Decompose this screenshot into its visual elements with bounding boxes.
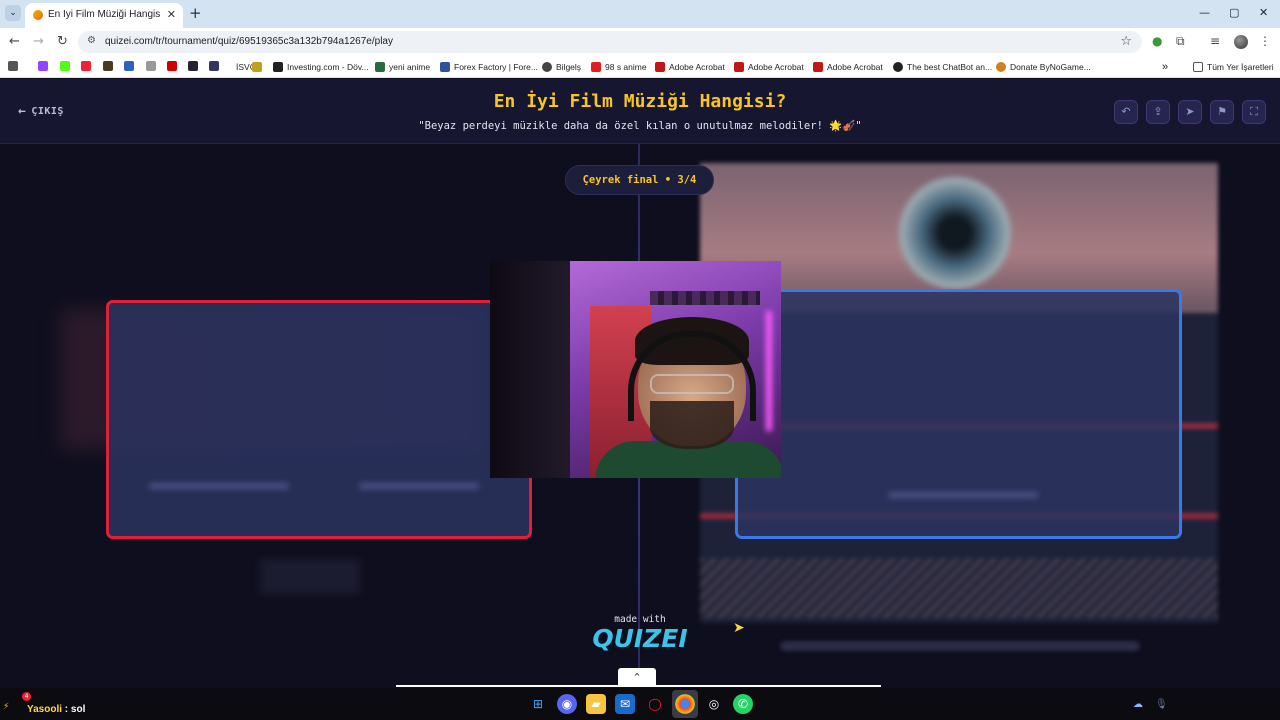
tab-title: En İyi Film Müziği Hangisi? - Ti bbox=[48, 9, 160, 20]
bookmark-item[interactable] bbox=[252, 60, 266, 74]
share-icon[interactable]: ⇪ bbox=[1146, 100, 1170, 124]
browser-toolbar: ← → ↻ ⚙ quizei.com/tr/tournament/quiz/69… bbox=[0, 28, 1280, 56]
bottom-bar bbox=[396, 685, 881, 687]
bookmark-icon[interactable] bbox=[188, 61, 198, 71]
microphone-icon[interactable]: 🎙 bbox=[1155, 699, 1168, 710]
browser-tab-active[interactable]: En İyi Film Müziği Hangisi? - Ti ✕ bbox=[25, 3, 183, 28]
undo-icon[interactable]: ↶ bbox=[1114, 100, 1138, 124]
maximize-button[interactable]: ▢ bbox=[1229, 6, 1239, 19]
bookmark-item[interactable]: Investing.com - Döv... bbox=[273, 60, 369, 74]
page-subtitle: "Beyaz perdeyi müzikle daha da özel kıla… bbox=[418, 120, 862, 132]
chrome-icon[interactable] bbox=[675, 694, 695, 714]
mouse-cursor-icon: ➤ bbox=[733, 620, 745, 636]
bookmark-item[interactable]: yeni anime bbox=[375, 60, 430, 74]
chat-username: Yasooli bbox=[27, 704, 63, 715]
round-indicator: Çeyrek final • 3/4 bbox=[565, 165, 714, 195]
site-info-icon[interactable]: ⚙ bbox=[87, 35, 96, 46]
bookmarks-bar: İSVG Investing.com - Döv... yeni anime F… bbox=[0, 56, 1280, 78]
bookmark-item[interactable]: 98 s anime bbox=[591, 60, 647, 74]
cnn-icon[interactable] bbox=[167, 61, 177, 71]
quizei-logo[interactable]: QUIZEI bbox=[0, 624, 1280, 653]
taskbar: ⚡ 4 Yasooli : sol ⊞ ◉ ▰ ✉ ◯ ◎ ✆ ☁ 🎙 bbox=[0, 688, 1280, 720]
stream-chat-line: Yasooli : sol bbox=[27, 704, 85, 715]
kick-icon[interactable] bbox=[60, 61, 70, 71]
whatsapp-icon[interactable]: ✆ bbox=[733, 694, 753, 714]
bookmark-icon[interactable] bbox=[146, 61, 156, 71]
apps-grid-icon[interactable] bbox=[8, 61, 18, 71]
mail-icon[interactable]: ✉ bbox=[615, 694, 635, 714]
minimize-button[interactable]: — bbox=[1199, 6, 1210, 19]
quiz-header: ← ÇIKIŞ En İyi Film Müziği Hangisi? "Beya… bbox=[0, 79, 1280, 144]
all-bookmarks-folder[interactable]: Tüm Yer İşaretleri bbox=[1193, 60, 1274, 74]
start-icon[interactable]: ⊞ bbox=[528, 694, 548, 714]
onedrive-icon[interactable]: ☁ bbox=[1133, 699, 1143, 710]
bookmark-item[interactable]: Forex Factory | Fore... bbox=[440, 60, 538, 74]
bookmark-star-icon[interactable]: ☆ bbox=[1120, 34, 1132, 49]
bookmark-icon[interactable] bbox=[124, 61, 134, 71]
url-text[interactable]: quizei.com/tr/tournament/quiz/69519365c3… bbox=[105, 36, 393, 47]
bookmark-item[interactable]: Bilgelş bbox=[542, 60, 581, 74]
notification-badge: 4 bbox=[22, 692, 31, 701]
profile-avatar[interactable] bbox=[1234, 35, 1248, 49]
tab-close-icon[interactable]: ✕ bbox=[167, 8, 176, 21]
extensions-puzzle-icon[interactable]: ⧉ bbox=[1176, 34, 1185, 49]
bookmark-item[interactable]: Adobe Acrobat bbox=[734, 60, 804, 74]
bookmark-item[interactable]: Adobe Acrobat bbox=[655, 60, 725, 74]
file-explorer-icon[interactable]: ▰ bbox=[586, 694, 606, 714]
new-tab-button[interactable]: + bbox=[189, 5, 202, 21]
back-icon[interactable]: ← bbox=[9, 34, 20, 50]
send-icon[interactable]: ➤ bbox=[1178, 100, 1202, 124]
obs-icon[interactable]: ◎ bbox=[704, 694, 724, 714]
choice-card-left[interactable] bbox=[106, 300, 532, 539]
bookmark-item[interactable]: Donate ByNoGame... bbox=[996, 60, 1091, 74]
browser-menu-icon[interactable]: ⋮ bbox=[1259, 34, 1271, 48]
chat-message: : sol bbox=[64, 704, 86, 715]
browser-tab-strip: ⌄ En İyi Film Müziği Hangisi? - Ti ✕ + —… bbox=[0, 0, 1280, 28]
choice-card-right[interactable] bbox=[735, 289, 1182, 539]
bookmark-item[interactable]: Adobe Acrobat bbox=[813, 60, 883, 74]
favicon-icon bbox=[33, 10, 43, 20]
close-window-button[interactable]: ✕ bbox=[1259, 6, 1268, 19]
media-control-icon[interactable]: ≡ bbox=[1210, 34, 1220, 48]
flag-icon[interactable]: ⚑ bbox=[1210, 100, 1234, 124]
bookmark-icon[interactable] bbox=[209, 61, 219, 71]
opera-icon[interactable]: ◯ bbox=[645, 694, 665, 714]
left-background-blur bbox=[260, 559, 360, 594]
extension-icon[interactable]: ● bbox=[1152, 34, 1162, 48]
forward-icon[interactable]: → bbox=[33, 34, 44, 50]
reload-icon[interactable]: ↻ bbox=[57, 34, 68, 50]
more-bookmarks-icon[interactable]: » bbox=[1162, 60, 1168, 74]
location-icon[interactable] bbox=[81, 61, 91, 71]
quiz-page: ← ÇIKIŞ En İyi Film Müziği Hangisi? "Beya… bbox=[0, 79, 1280, 687]
bookmark-icon[interactable] bbox=[103, 61, 113, 71]
webcam-overlay bbox=[490, 261, 781, 478]
tab-search-icon[interactable]: ⌄ bbox=[5, 5, 21, 21]
twitch-icon[interactable] bbox=[38, 61, 48, 71]
stream-bot-icon: ⚡ bbox=[3, 702, 10, 712]
fullscreen-icon[interactable]: ⛶ bbox=[1242, 100, 1266, 124]
page-title: En İyi Film Müziği Hangisi? bbox=[493, 91, 787, 112]
address-bar[interactable]: ⚙ quizei.com/tr/tournament/quiz/69519365… bbox=[78, 31, 1142, 53]
bookmark-item[interactable]: The best ChatBot an... bbox=[893, 60, 992, 74]
discord-icon[interactable]: ◉ bbox=[557, 694, 577, 714]
